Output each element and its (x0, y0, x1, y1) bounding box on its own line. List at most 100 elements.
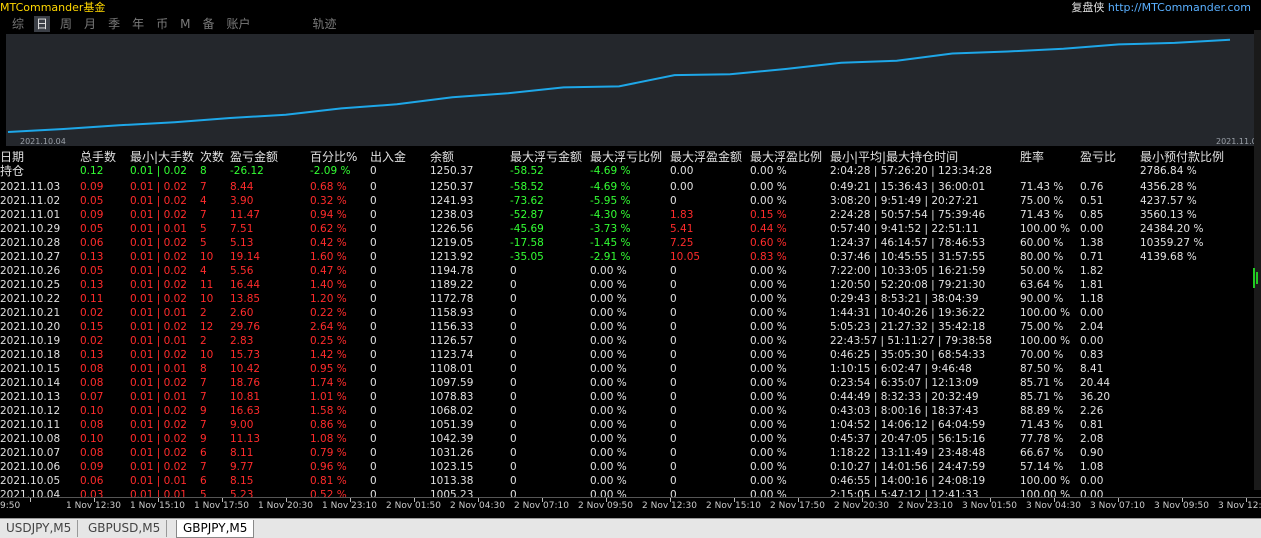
cell-col-10: 0 (670, 335, 677, 347)
cell-col-13: 100.00 % (1020, 475, 1071, 487)
cell-col-2: 0.01 | 0.02 (130, 447, 187, 459)
cell-col-14: 0.83 (1080, 349, 1104, 361)
cell-col-13: 85.71 % (1020, 377, 1064, 389)
cell-col-5: 1.60 % (310, 251, 347, 263)
tab-4[interactable]: 季 (106, 16, 122, 32)
cell-col-11: 0.00 % (750, 419, 787, 431)
cell-col-14: 0.76 (1080, 181, 1104, 193)
cell-col-2: 最小|大手数 (130, 150, 195, 164)
cell-col-4: 11.47 (230, 209, 261, 221)
symbol-tab-gbpjpy-m5[interactable]: GBPJPY,M5 (176, 520, 255, 538)
cell-col-8: 0 (510, 321, 517, 333)
tab-0[interactable]: 综 (10, 16, 26, 32)
cell-col-14: 0.71 (1080, 251, 1104, 263)
brand-sub: 基金 (83, 1, 106, 14)
tab-8[interactable]: 备 (200, 16, 216, 32)
cell-col-14: 1.38 (1080, 237, 1104, 249)
cell-col-8: -45.69 (510, 223, 544, 235)
cell-col-14: 1.18 (1080, 293, 1104, 305)
cell-col-4: 3.90 (230, 195, 254, 207)
cell-col-15: 3560.13 % (1140, 209, 1197, 221)
axis-label: 1 Nov 23:10 (322, 501, 377, 511)
cell-col-7: 1172.78 (430, 293, 474, 305)
holding-max-float-profit: 0.00 (670, 165, 694, 177)
cell-col-10: 5.41 (670, 223, 694, 235)
cell-col-1: 0.08 (80, 363, 104, 375)
tab-5[interactable]: 年 (130, 16, 146, 32)
cell-col-1: 0.11 (80, 293, 104, 305)
axis-label: 2 Nov 17:50 (770, 501, 825, 511)
cell-col-2: 0.01 | 0.02 (130, 321, 187, 333)
cell-col-15: 4139.68 % (1140, 251, 1197, 263)
cell-col-8: -35.05 (510, 251, 544, 263)
cell-col-2: 0.01 | 0.02 (130, 265, 187, 277)
copyright-url-link[interactable]: http://MTCommander.com (1108, 1, 1251, 14)
tab-6[interactable]: 币 (154, 16, 170, 32)
cell-col-1: 0.13 (80, 251, 104, 263)
cell-col-10: 0 (670, 265, 677, 277)
cell-col-9: -2.91 % (590, 251, 631, 263)
cell-col-10: 0 (670, 461, 677, 473)
cell-col-8: 0 (510, 307, 517, 319)
cell-col-11: 0.00 % (750, 391, 787, 403)
cell-col-5: 2.64 % (310, 321, 347, 333)
cell-col-1: 0.05 (80, 195, 104, 207)
cell-col-11: 0.15 % (750, 209, 787, 221)
cell-col-9: 0.00 % (590, 419, 627, 431)
cell-col-4: 18.76 (230, 377, 261, 389)
equity-chart-svg (7, 38, 1231, 133)
cell-col-14: 0.00 (1080, 475, 1104, 487)
cell-col-14: 2.26 (1080, 405, 1104, 417)
cell-col-6: 0 (370, 223, 377, 235)
cell-col-14: 0.00 (1080, 223, 1104, 235)
cell-col-7: 1031.26 (430, 447, 474, 459)
cell-col-7: 1226.56 (430, 223, 474, 235)
cell-col-9: -4.69 % (590, 181, 631, 193)
cell-col-2: 0.01 | 0.02 (130, 237, 187, 249)
cell-col-0: 2021.10.27 (0, 251, 61, 263)
tab-7[interactable]: M (178, 16, 192, 32)
cell-col-1: 0.13 (80, 279, 104, 291)
tab-10[interactable]: 轨迹 (311, 16, 339, 32)
symbol-tab-usdjpy-m5[interactable]: USDJPY,M5 (0, 520, 79, 537)
cell-col-2: 0.01 | 0.02 (130, 461, 187, 473)
cell-col-9: -1.45 % (590, 237, 631, 249)
cell-col-13: 60.00 % (1020, 237, 1064, 249)
cell-col-11: 0.00 % (750, 461, 787, 473)
cell-col-3: 4 (200, 265, 207, 277)
cell-col-10: 0 (670, 195, 677, 207)
cell-col-15: 最小预付款比例 (1140, 150, 1225, 164)
cell-col-10: 10.05 (670, 251, 701, 263)
tab-2[interactable]: 周 (58, 16, 74, 32)
cell-col-7: 1051.39 (430, 419, 474, 431)
tab-1[interactable]: 日 (34, 16, 51, 32)
cell-col-8: -73.62 (510, 195, 544, 207)
cell-col-3: 10 (200, 349, 214, 361)
symbol-tab-gbpusd-m5[interactable]: GBPUSD,M5 (82, 520, 168, 537)
cell-col-6: 0 (370, 391, 377, 403)
cell-col-4: 2.60 (230, 307, 254, 319)
cell-col-7: 1078.83 (430, 391, 474, 403)
cell-col-4: 19.14 (230, 251, 261, 263)
cell-col-10: 1.83 (670, 209, 694, 221)
cell-col-13: 57.14 % (1020, 461, 1064, 473)
tab-9[interactable]: 账户 (224, 16, 252, 32)
cell-col-4: 11.13 (230, 433, 261, 445)
cell-col-12: 0:46:55 | 14:00:16 | 24:08:19 (830, 475, 986, 487)
cell-col-12: 1:20:50 | 52:20:08 | 79:21:30 (830, 279, 986, 291)
copyright-prefix: 复盘侠 (1071, 1, 1108, 14)
cell-col-7: 1108.01 (430, 363, 474, 375)
cell-col-3: 9 (200, 405, 207, 417)
cell-col-4: 5.56 (230, 265, 254, 277)
price-indicator-icon (1253, 268, 1258, 288)
cell-col-15: 4237.57 % (1140, 195, 1197, 207)
vertical-scrollbar[interactable] (1254, 30, 1261, 490)
cell-col-12: 0:57:40 | 9:41:52 | 22:51:11 (830, 223, 979, 235)
cell-col-9: 0.00 % (590, 461, 627, 473)
tab-3[interactable]: 月 (82, 16, 98, 32)
cell-col-5: 0.62 % (310, 223, 347, 235)
cell-col-9: -5.95 % (590, 195, 631, 207)
cell-col-11: 0.00 % (750, 475, 787, 487)
cell-col-2: 0.01 | 0.01 (130, 391, 187, 403)
cell-col-12: 0:44:49 | 8:32:33 | 20:32:49 (830, 391, 979, 403)
